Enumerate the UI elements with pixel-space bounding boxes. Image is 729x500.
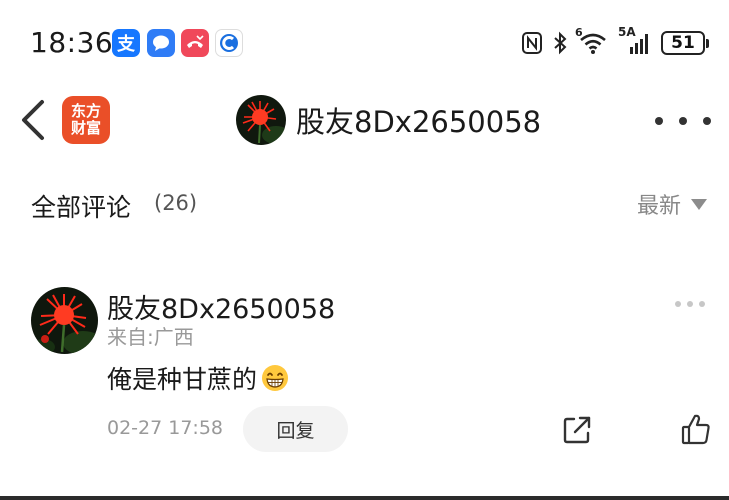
- system-status-icons: 6 5A 51: [521, 25, 709, 56]
- bottom-divider: [0, 496, 729, 500]
- navigation-bar: 东方 财富 股友8Dx2650058: [0, 86, 729, 156]
- back-button[interactable]: [14, 97, 54, 143]
- sort-label: 最新: [637, 194, 682, 219]
- commenter-avatar[interactable]: [31, 287, 98, 354]
- network-type-label: 5A: [618, 25, 636, 39]
- more-dot-icon: [679, 117, 687, 125]
- comment-more-button[interactable]: [675, 298, 705, 310]
- reply-button[interactable]: 回复: [243, 406, 348, 452]
- alipay-icon-glyph: 支: [117, 34, 135, 55]
- more-dot-icon: [699, 301, 705, 307]
- sort-dropdown[interactable]: 最新: [637, 188, 708, 220]
- status-bar: 18:36 支 6 5A 51: [0, 0, 729, 86]
- comment-location: 来自:广西: [107, 325, 194, 349]
- battery-tip: [706, 38, 709, 48]
- page-title: 股友8Dx2650058: [296, 105, 542, 139]
- comment-text: 俺是种甘蔗的: [107, 360, 289, 396]
- missed-call-icon: [181, 29, 209, 57]
- user-avatar[interactable]: [236, 95, 286, 145]
- comment-timestamp: 02-27 17:58: [107, 417, 224, 439]
- bluetooth-icon: [554, 31, 567, 55]
- app-logo-line1: 东方: [70, 102, 101, 120]
- comments-title: 全部评论: [31, 193, 132, 222]
- battery-indicator: 51: [661, 31, 709, 55]
- eastmoney-app-logo[interactable]: 东方 财富: [62, 96, 110, 144]
- more-dot-icon: [687, 301, 693, 307]
- battery-level: 51: [661, 31, 705, 55]
- nfc-icon: [522, 32, 542, 54]
- status-time: 18:36: [30, 26, 114, 59]
- thumbs-up-icon: [681, 414, 710, 445]
- more-dot-icon: [655, 117, 663, 125]
- chevron-left-icon: [22, 100, 44, 140]
- wifi-icon: 6: [575, 26, 609, 56]
- comment-text-content: 俺是种甘蔗的: [107, 365, 258, 394]
- share-icon: [563, 416, 591, 444]
- alipay-app-icon: 支: [112, 29, 140, 57]
- more-dot-icon: [675, 301, 681, 307]
- cellular-signal-icon: 5A: [618, 25, 652, 56]
- wifi-badge: 6: [575, 26, 583, 39]
- like-button[interactable]: [680, 412, 712, 446]
- share-button[interactable]: [561, 414, 593, 446]
- comments-header: 全部评论 (26) 最新: [0, 178, 729, 230]
- message-app-icon: [147, 29, 175, 57]
- more-options-button[interactable]: [655, 108, 711, 134]
- caret-down-icon: [691, 198, 708, 210]
- more-dot-icon: [703, 117, 711, 125]
- comments-count: (26): [154, 191, 198, 215]
- app-logo-line2: 财富: [70, 119, 101, 137]
- browser-app-icon: [215, 29, 243, 57]
- grinning-face-emoji-icon: [262, 365, 289, 391]
